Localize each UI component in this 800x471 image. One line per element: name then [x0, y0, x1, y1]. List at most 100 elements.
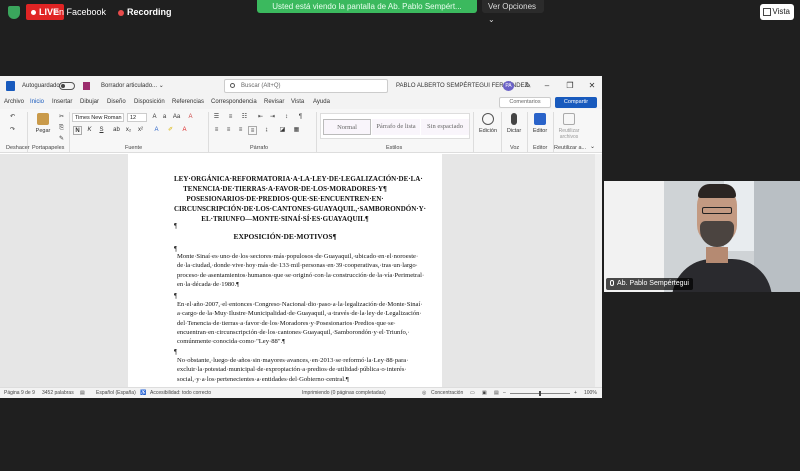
tab-revisar[interactable]: Revisar: [264, 96, 284, 109]
read-mode-icon[interactable]: ▭: [470, 388, 475, 398]
record-dot-icon: [118, 9, 124, 16]
cut-icon[interactable]: ✂: [57, 113, 66, 122]
dictate-button[interactable]: Dictar: [502, 113, 526, 134]
search-input[interactable]: Buscar (Alt+Q): [224, 79, 388, 93]
change-case-icon[interactable]: Aa: [172, 113, 181, 122]
align-left-icon[interactable]: ≡: [212, 126, 221, 135]
tab-inicio[interactable]: Inicio: [30, 96, 45, 110]
view-button[interactable]: Vista: [760, 4, 794, 20]
zoom-in-icon[interactable]: +: [574, 388, 577, 398]
highlight-icon[interactable]: ✐: [166, 126, 175, 135]
ribbon: ↶ ↷ Pegar ✂ ⎘ ✎ Times New Roman 12 A a A…: [0, 109, 602, 153]
document-page[interactable]: LEY·ORGÁNICA·REFORMATORIA·A·LA·LEY·DE·LE…: [128, 154, 442, 387]
edit-button[interactable]: Edición: [476, 113, 500, 134]
borders-icon[interactable]: ▦: [292, 126, 301, 135]
tab-correspondencia[interactable]: Correspondencia: [211, 96, 257, 109]
participant-video: Ab. Pablo Sempértegui: [604, 181, 800, 292]
format-painter-icon[interactable]: ✎: [57, 135, 66, 144]
tab-archivo[interactable]: Archivo: [4, 96, 24, 109]
multilevel-list-icon[interactable]: ☷: [240, 113, 249, 122]
undo-icon[interactable]: ↶: [8, 113, 17, 122]
language-status[interactable]: Español (España): [96, 388, 136, 398]
collapse-ribbon-icon[interactable]: ⌄: [588, 143, 597, 152]
word-count[interactable]: 3452 palabras: [42, 388, 74, 398]
style-normal[interactable]: Normal: [323, 119, 371, 135]
document-name[interactable]: Borrador articulado... ⌄: [101, 76, 164, 96]
proofing-icon[interactable]: ▤: [80, 388, 85, 398]
bold-button[interactable]: N: [73, 126, 82, 135]
copy-icon[interactable]: ⎘: [57, 124, 66, 133]
superscript-icon[interactable]: x²: [136, 126, 145, 135]
paragraph-2: En·el·año·2007,·el·entonces·Congreso·Nac…: [177, 301, 423, 346]
decrease-indent-icon[interactable]: ⇤: [256, 113, 265, 122]
restore-button[interactable]: ❐: [563, 76, 577, 96]
redo-icon[interactable]: ↷: [8, 126, 17, 135]
minimize-button[interactable]: –: [540, 76, 554, 96]
zoom-out-icon[interactable]: –: [503, 388, 506, 398]
avatar[interactable]: PA: [503, 81, 514, 91]
live-dot-icon: [31, 10, 36, 16]
page-count[interactable]: Página 9 de 9: [4, 388, 35, 398]
zoom-slider-handle[interactable]: [539, 391, 541, 396]
editor-button[interactable]: Editor: [528, 113, 552, 134]
shrink-font-icon[interactable]: a: [160, 113, 169, 122]
tab-referencias[interactable]: Referencias: [172, 96, 204, 109]
accessibility-status[interactable]: Accesibilidad: todo correcto: [150, 388, 211, 398]
style-no-spacing[interactable]: Sin espaciado: [421, 119, 469, 135]
print-layout-icon[interactable]: ▣: [482, 388, 487, 398]
reuse-files-button[interactable]: Reutilizar archivos: [555, 113, 583, 140]
autosave-toggle[interactable]: [59, 82, 75, 90]
tab-diseno[interactable]: Diseño: [107, 96, 126, 109]
underline-button[interactable]: S: [97, 126, 106, 135]
align-right-icon[interactable]: ≡: [236, 126, 245, 135]
tab-insertar[interactable]: Insertar: [52, 96, 72, 109]
sort-icon[interactable]: ↕: [282, 113, 291, 122]
show-marks-icon[interactable]: ¶: [296, 113, 305, 122]
font-size-select[interactable]: 12: [127, 113, 147, 122]
web-layout-icon[interactable]: ▤: [494, 388, 499, 398]
group-reuse-label: Reutilizar a...: [554, 145, 587, 151]
tab-ayuda[interactable]: Ayuda: [313, 96, 330, 109]
zoom-level[interactable]: 100%: [584, 388, 597, 398]
group-undo-label: Deshacer: [6, 145, 30, 151]
subscript-icon[interactable]: x₂: [124, 126, 133, 135]
clipboard-icon: [37, 113, 49, 125]
justify-icon[interactable]: ≡: [248, 126, 257, 135]
paste-label: Pegar: [35, 128, 51, 134]
focus-button[interactable]: Concentración: [431, 388, 463, 398]
tab-dibujar[interactable]: Dibujar: [80, 96, 99, 109]
pen-icon[interactable]: ✎: [521, 76, 535, 96]
paragraph-mark: ¶: [174, 222, 178, 230]
paragraph-1: Monte·Sinaí·es·uno·de·los·sectores·más·p…: [177, 253, 425, 288]
text-effects-icon[interactable]: A: [152, 126, 161, 135]
style-list-paragraph[interactable]: Párrafo de lista: [372, 119, 420, 135]
status-bar: Página 9 de 9 3452 palabras ▤ Español (E…: [0, 387, 602, 398]
comments-button[interactable]: Comentarios: [499, 97, 551, 108]
shield-icon: [8, 6, 20, 19]
shading-icon[interactable]: ◪: [278, 126, 287, 135]
align-center-icon[interactable]: ≡: [224, 126, 233, 135]
line-spacing-icon[interactable]: ↨: [262, 126, 271, 135]
grow-font-icon[interactable]: A: [150, 113, 159, 122]
dictate-label: Dictar: [506, 128, 522, 134]
view-options-button[interactable]: Ver Opciones ⌄: [482, 0, 544, 24]
platform-label: en Facebook: [54, 7, 107, 17]
clear-format-icon[interactable]: A: [186, 113, 195, 122]
numbering-icon[interactable]: ≡: [226, 113, 235, 122]
tab-disposicion[interactable]: Disposición: [134, 96, 165, 109]
bullets-icon[interactable]: ☰: [212, 113, 221, 122]
vertical-scrollbar[interactable]: [595, 154, 602, 387]
increase-indent-icon[interactable]: ⇥: [268, 113, 277, 122]
font-name-select[interactable]: Times New Roman: [72, 113, 124, 122]
close-button[interactable]: ✕: [585, 76, 599, 96]
save-icon[interactable]: [83, 82, 90, 90]
strikethrough-icon[interactable]: ab: [112, 126, 121, 135]
tab-vista[interactable]: Vista: [291, 96, 304, 109]
italic-button[interactable]: K: [85, 126, 94, 135]
editor-label: Editor: [532, 128, 548, 134]
find-icon: [482, 113, 494, 125]
share-button[interactable]: Compartir: [555, 97, 597, 108]
font-color-icon[interactable]: A: [180, 126, 189, 135]
paste-button[interactable]: Pegar: [31, 113, 55, 134]
screen-share-notice: Usted está viendo la pantalla de Ab. Pab…: [257, 0, 477, 13]
